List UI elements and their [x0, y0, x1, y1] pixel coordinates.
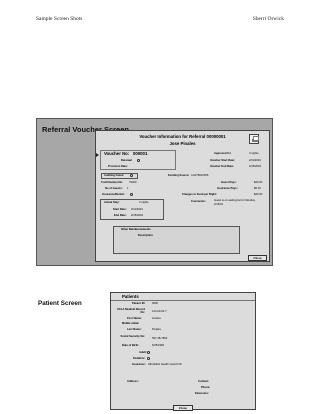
voucher-end-value: 2/15/2004: [249, 165, 261, 168]
insurance-pays-value: $0.00: [254, 187, 261, 190]
dob-label: Date of Birth:: [122, 344, 140, 347]
other-reimbursements-label: Other Reimbursements: [121, 228, 151, 231]
num-guests-value: 1: [127, 187, 129, 190]
description-label: Description: [138, 234, 153, 237]
voucher-no-value: 000001: [133, 151, 148, 156]
renewal-checkbox[interactable]: [137, 159, 140, 162]
pediatric-label: Pediatric:: [133, 357, 146, 360]
adult-checkbox[interactable]: [147, 351, 150, 354]
renewal-label: Renewal: [121, 159, 132, 162]
charges-value: $20.00: [254, 193, 263, 196]
approved-for-value: 3 nights: [249, 152, 259, 155]
patients-window-title: Patients: [122, 294, 139, 299]
voucher-end-label: Voucher End Date:: [210, 165, 234, 168]
funding-label: Funding Source:: [168, 174, 190, 177]
guest-pays-label: Guest Pays:: [221, 181, 237, 184]
end-date-label: End Date:: [114, 214, 127, 217]
start-date-value: 2/11/2004: [131, 208, 143, 211]
insurance-pays-label: Insurance Pays:: [217, 187, 238, 190]
patients-window: Patients Patient ID: 0000 UCLA Medical R…: [110, 292, 256, 411]
middle-initial-label: Middle initial:: [122, 322, 140, 325]
title-divider: [111, 300, 255, 301]
patient-name: Jose Pinales: [169, 141, 196, 146]
auditing-checkbox[interactable]: [130, 174, 133, 177]
ucla-mrn-value: 124-00-04-7: [152, 310, 167, 313]
voucher-window: Voucher Information for Referral 0000000…: [95, 130, 270, 262]
phone-label: Phone:: [201, 386, 211, 389]
close-button[interactable]: Close: [248, 255, 267, 261]
last-name-label: Last Name:: [127, 328, 142, 331]
contact-label: Contact:: [198, 380, 209, 383]
address-label: Address:: [127, 380, 139, 383]
ucla-mrn-label: UCLA Medical Record No:: [117, 308, 145, 315]
comments-value: Guest is on waiting list for Monday, 2/1…: [214, 199, 256, 206]
insurance-value: Affordable Health Care/CCS: [148, 363, 182, 366]
first-name-value: Andrea: [152, 317, 161, 320]
last-name-value: Pinales: [152, 328, 161, 331]
confirmation-value: 79400: [129, 181, 137, 184]
patient-id-value: 0000: [152, 302, 158, 305]
ssn-label: Social Security No:: [120, 335, 146, 338]
voucher-window-title: Voucher Information for Referral 0000000…: [139, 134, 226, 139]
voucher-start-label: Voucher Start Date:: [210, 159, 235, 162]
print-icon[interactable]: [249, 134, 259, 144]
approved-for-label: Approved for: [214, 152, 231, 155]
referral-section: Referral Voucher Screen Voucher Informat…: [36, 118, 273, 266]
dob-value: 6/25/1984: [152, 344, 164, 347]
voucher-start-value: 2/11/2004: [249, 159, 261, 162]
num-guests-label: No of Guests:: [105, 187, 123, 190]
extension-label: Extension:: [195, 392, 209, 395]
page-header-right: Sherri Orwick: [252, 16, 284, 22]
start-date-label: Start Date:: [113, 208, 127, 211]
guest-pays-value: $20.00: [254, 181, 263, 184]
page-header-left: Sample Screen Shots: [36, 16, 83, 22]
voucher-no-label: Voucher No:: [104, 151, 130, 156]
confirmation-label: Confirmation No:: [101, 181, 123, 184]
charges-label: Charges to Fund per Night:: [182, 193, 217, 196]
patient-id-label: Patient ID:: [132, 302, 146, 305]
insurance-rental-label: Insurance/Rental:: [102, 193, 125, 196]
end-date-value: 2/15/2004: [131, 214, 143, 217]
ssn-value: 567-38-7890: [152, 337, 168, 340]
patient-section-title: Patient Screen: [38, 300, 82, 307]
pediatric-checkbox[interactable]: [147, 357, 150, 360]
auditing-label: Auditing Faxed: [104, 174, 124, 177]
insurance-rental-checkbox[interactable]: [130, 193, 133, 196]
actual-stay-label: Actual Stay:: [104, 201, 120, 204]
patients-close-button[interactable]: Close: [173, 405, 193, 411]
insurance-label: Insurance:: [132, 363, 146, 366]
first-name-label: First Name:: [127, 317, 142, 320]
actual-stay-value: 3 nights: [139, 201, 149, 204]
comments-label: Comments:: [191, 200, 206, 203]
funding-value: 4-0278/9/2256: [191, 174, 209, 177]
adult-label: Adult:: [139, 351, 147, 354]
record-selector-icon: [96, 153, 99, 157]
provision-date-label: Provision Date:: [108, 165, 128, 168]
